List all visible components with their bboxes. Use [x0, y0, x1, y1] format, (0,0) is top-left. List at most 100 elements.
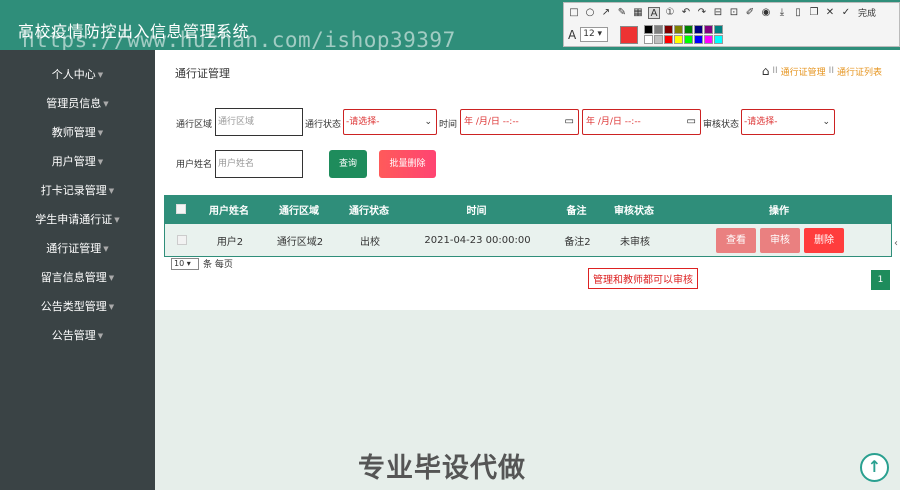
sidebar-item-teacher-management[interactable]: 教师管理 ▼: [0, 118, 155, 147]
rectangle-icon[interactable]: □: [568, 7, 580, 19]
page-size-control: 10 ▾ 条 每页: [171, 257, 233, 270]
selected-color-swatch[interactable]: [620, 25, 639, 44]
text-icon[interactable]: A: [648, 6, 660, 19]
palette-color-swatch[interactable]: [684, 25, 694, 34]
column-header: 审核状态: [614, 205, 654, 217]
palette-color-swatch[interactable]: [644, 35, 654, 44]
sidebar-item-user-management[interactable]: 用户管理 ▼: [0, 147, 155, 176]
pin-icon[interactable]: ⊟: [712, 7, 724, 19]
calendar-icon: ▭: [564, 116, 574, 127]
phone-icon[interactable]: ▯: [792, 7, 804, 19]
cell-name: 用户2: [216, 236, 244, 248]
save-icon[interactable]: ⤓: [776, 7, 788, 19]
palette-color-swatch[interactable]: [714, 25, 724, 34]
chevron-left-icon: ‹: [894, 238, 898, 249]
date-to-input[interactable]: 年 /月/日 --:-- ▭: [582, 109, 701, 135]
copy-icon[interactable]: ❐: [808, 7, 820, 19]
palette-color-swatch[interactable]: [664, 35, 674, 44]
done-button[interactable]: 完成: [858, 6, 876, 19]
calendar-icon: ▭: [686, 116, 696, 127]
sidebar-item-notices[interactable]: 公告管理 ▼: [0, 321, 155, 350]
sidebar-item-student-pass-apply[interactable]: 学生申请通行证 ▼: [0, 205, 155, 234]
palette-color-swatch[interactable]: [654, 25, 664, 34]
sidebar-item-checkin-records[interactable]: 打卡记录管理 ▼: [0, 176, 155, 205]
chevron-down-icon: ⌄: [822, 117, 830, 127]
color-picker-icon[interactable]: ✐: [744, 7, 756, 19]
palette-color-swatch[interactable]: [704, 35, 714, 44]
row-checkbox[interactable]: [177, 235, 187, 245]
delete-button[interactable]: 删除: [804, 227, 844, 253]
cell-note: 备注2: [564, 236, 591, 248]
palette-color-swatch[interactable]: [644, 25, 654, 34]
palette-color-swatch[interactable]: [714, 35, 724, 44]
chevron-down-icon: ▼: [103, 100, 109, 108]
number-icon[interactable]: ①: [664, 7, 676, 19]
cell-audit: 未审核: [620, 236, 650, 248]
mosaic-icon[interactable]: ▦: [632, 7, 644, 19]
page-size-select[interactable]: 10 ▾: [171, 257, 199, 270]
audit-label: 审核状态: [703, 120, 740, 130]
date-from-input[interactable]: 年 /月/日 --:-- ▭: [460, 109, 579, 135]
name-input[interactable]: 用户姓名: [215, 150, 303, 178]
annotation-toolbar: □ ○ ↗ ✎ ▦ A ① ↶ ↷ ⊟ ⊡ ✐ ◉ ⤓ ▯ ❐ ✕ ✓ 完成 A…: [563, 2, 900, 47]
breadcrumb-item[interactable]: 通行证管理: [781, 65, 826, 78]
breadcrumb-item[interactable]: 通行证列表: [837, 65, 882, 78]
chevron-down-icon: ▼: [108, 274, 115, 282]
sidebar-item-messages[interactable]: 留言信息管理 ▼: [0, 263, 155, 292]
palette-color-swatch[interactable]: [694, 25, 704, 34]
arrow-icon[interactable]: ↗: [600, 7, 612, 19]
palette-color-swatch[interactable]: [684, 35, 694, 44]
select-all-checkbox[interactable]: [176, 204, 186, 214]
home-icon[interactable]: ⌂: [762, 64, 770, 78]
audit-select[interactable]: -请选择- ⌄: [741, 109, 835, 135]
sidebar-item-personal-center[interactable]: 个人中心 ▼: [0, 60, 155, 89]
view-button[interactable]: 查看: [716, 227, 756, 253]
chevron-down-icon: ▼: [97, 332, 104, 340]
page-button-current[interactable]: 1: [871, 270, 890, 290]
status-label: 通行状态: [305, 120, 342, 130]
column-header: 用户姓名: [209, 205, 249, 217]
chevron-down-icon: ⌄: [424, 117, 432, 127]
palette-color-swatch[interactable]: [704, 25, 714, 34]
font-icon: A: [568, 27, 577, 42]
sidebar-item-pass-management[interactable]: 通行证管理 ▼: [0, 234, 155, 263]
area-label: 通行区域: [176, 120, 213, 130]
sidebar-item-admin-info[interactable]: 管理员信息 ▼: [0, 89, 155, 118]
font-size-select[interactable]: 12 ▾: [580, 27, 609, 42]
cell-status: 出校: [360, 236, 380, 248]
undo-icon[interactable]: ↶: [680, 7, 692, 19]
screenshot-icon[interactable]: ⊡: [728, 7, 740, 19]
close-icon[interactable]: ✕: [824, 7, 836, 19]
cell-area: 通行区域2: [276, 236, 324, 248]
table-row: 用户2 通行区域2 出校 2021-04-23 00:00:00 备注2 未审核…: [164, 223, 892, 257]
pass-table: 用户姓名 通行区域 通行状态 时间 备注 审核状态 操作 用户2 通行区域2 出…: [164, 195, 892, 257]
per-page-label: 条 每页: [203, 260, 233, 270]
record-icon[interactable]: ◉: [760, 7, 772, 19]
chevron-down-icon: ▼: [97, 71, 104, 79]
palette-color-swatch[interactable]: [654, 35, 664, 44]
color-palette: [644, 25, 724, 44]
chevron-down-icon: ▼: [108, 187, 115, 195]
pen-icon[interactable]: ✎: [616, 7, 628, 19]
audit-button[interactable]: 审核: [760, 227, 800, 253]
palette-color-swatch[interactable]: [694, 35, 704, 44]
batch-delete-button[interactable]: 批量删除: [379, 150, 436, 178]
search-button[interactable]: 查询: [329, 150, 367, 178]
status-select[interactable]: -请选择- ⌄: [343, 109, 437, 135]
column-header: 通行区域: [279, 205, 319, 217]
back-to-top-icon[interactable]: ↑: [860, 453, 889, 482]
column-header: 时间: [466, 205, 487, 217]
cell-time: 2021-04-23 00:00:00: [424, 234, 531, 246]
check-icon[interactable]: ✓: [840, 7, 852, 19]
palette-color-swatch[interactable]: [674, 35, 684, 44]
time-label: 时间: [439, 120, 458, 130]
redo-icon[interactable]: ↷: [696, 7, 708, 19]
chevron-down-icon: ▼: [114, 216, 120, 224]
palette-color-swatch[interactable]: [664, 25, 674, 34]
area-input[interactable]: 通行区域: [215, 108, 303, 136]
palette-color-swatch[interactable]: [674, 25, 684, 34]
ellipse-icon[interactable]: ○: [584, 7, 596, 19]
annotation-note: 管理和教师都可以审核: [588, 268, 698, 289]
sidebar-item-notice-types[interactable]: 公告类型管理 ▼: [0, 292, 155, 321]
chevron-down-icon: ▼: [108, 303, 115, 311]
